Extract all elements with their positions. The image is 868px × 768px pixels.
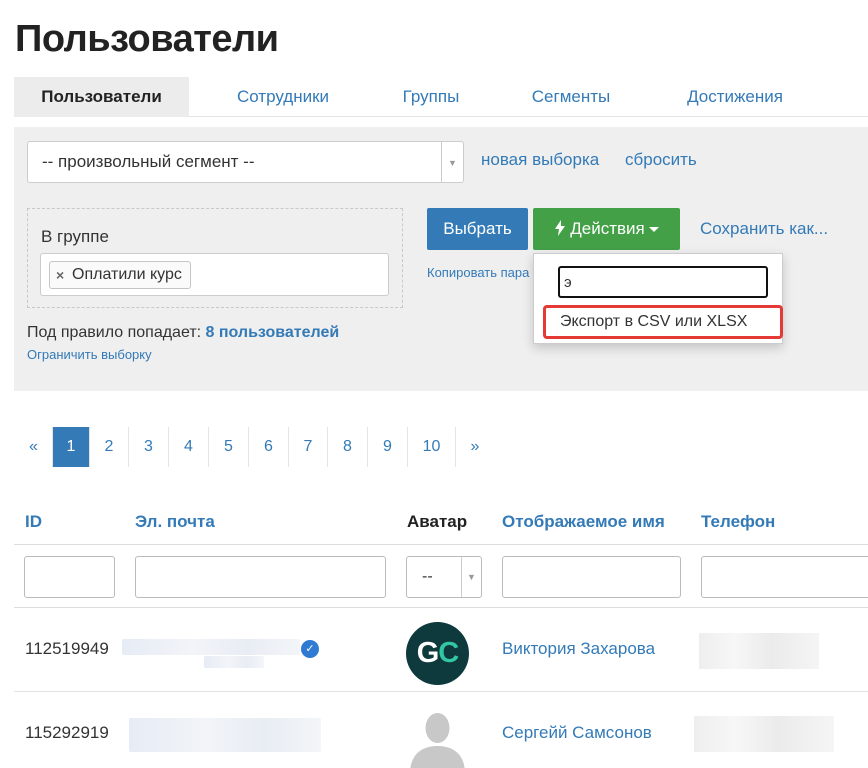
table-row: 115292919 Сергейй Самсонов — [14, 692, 868, 768]
select-button[interactable]: Выбрать — [427, 208, 528, 250]
rule-count-value[interactable]: 8 пользователей — [206, 324, 340, 341]
pagination-prev[interactable]: « — [15, 427, 53, 467]
pagination-page[interactable]: 8 — [328, 427, 368, 467]
group-tag: × Оплатили курс — [49, 261, 191, 289]
display-name-filter-input[interactable] — [502, 556, 681, 598]
blurred-phone — [699, 633, 819, 669]
verified-check-icon: ✓ — [301, 640, 319, 658]
pagination-page[interactable]: 2 — [90, 427, 129, 467]
caret-down-icon: ▼ — [467, 572, 476, 582]
actions-button[interactable]: Действия — [533, 208, 680, 250]
avatar: GC — [406, 622, 469, 685]
pagination-page[interactable]: 7 — [289, 427, 328, 467]
actions-button-label: Действия — [570, 219, 645, 238]
pagination-page[interactable]: 3 — [129, 427, 169, 467]
column-header-display-name[interactable]: Отображаемое имя — [502, 512, 665, 532]
segment-select-toggle[interactable]: ▼ — [441, 142, 463, 182]
save-as-link[interactable]: Сохранить как... — [700, 219, 828, 239]
column-header-avatar: Аватар — [407, 512, 468, 531]
blurred-email — [129, 718, 321, 752]
pagination-page[interactable]: 9 — [368, 427, 408, 467]
actions-dropdown: Экспорт в CSV или XLSX — [533, 253, 783, 344]
blurred-phone — [694, 716, 834, 752]
user-display-name[interactable]: Сергейй Самсонов — [502, 723, 652, 743]
rule-label: В группе — [41, 227, 109, 246]
copy-params-link[interactable]: Копировать пара — [427, 265, 529, 280]
tab-users[interactable]: Пользователи — [14, 77, 189, 117]
segment-select[interactable]: -- произвольный сегмент -- ▼ — [27, 141, 464, 183]
export-csv-xlsx-item[interactable]: Экспорт в CSV или XLSX — [543, 305, 783, 339]
pagination-page[interactable]: 10 — [408, 427, 456, 467]
user-id: 115292919 — [25, 723, 109, 742]
email-filter-input[interactable] — [135, 556, 386, 598]
avatar-filter-value: -- — [422, 568, 433, 585]
column-header-email[interactable]: Эл. почта — [135, 512, 215, 532]
avatar-filter-select[interactable]: -- ▼ — [406, 556, 482, 598]
limit-selection-link[interactable]: Ограничить выборку — [27, 347, 152, 362]
pagination-next[interactable]: » — [456, 427, 494, 467]
user-display-name[interactable]: Виктория Захарова — [502, 639, 655, 659]
id-filter-input[interactable] — [24, 556, 115, 598]
tab-bar: Пользователи Сотрудники Группы Сегменты … — [14, 77, 868, 117]
caret-down-icon: ▼ — [448, 158, 457, 168]
table-filter-row: -- ▼ — [14, 544, 868, 608]
group-tag-label: Оплатили курс — [72, 266, 182, 283]
segment-select-value: -- произвольный сегмент -- — [42, 152, 255, 171]
pagination-page[interactable]: 4 — [169, 427, 209, 467]
user-id: 112519949 — [25, 639, 109, 658]
new-selection-link[interactable]: новая выборка — [481, 150, 599, 170]
default-avatar-icon — [406, 704, 469, 768]
page-title: Пользователи — [15, 18, 279, 60]
table-row: 112519949 ✓ GC Виктория Захарова — [14, 608, 868, 692]
lightning-icon — [555, 220, 566, 236]
pagination: « 1 2 3 4 5 6 7 8 9 10 » — [15, 427, 494, 467]
group-multiselect[interactable]: × Оплатили курс — [40, 253, 389, 296]
tab-employees[interactable]: Сотрудники — [213, 77, 353, 117]
phone-filter-input[interactable] — [701, 556, 868, 598]
rule-box: В группе × Оплатили курс — [27, 208, 403, 308]
caret-down-icon — [648, 227, 659, 233]
column-header-id[interactable]: ID — [25, 512, 42, 532]
avatar-filter-toggle[interactable]: ▼ — [461, 557, 481, 597]
tab-achievements[interactable]: Достижения — [671, 77, 799, 117]
rule-count-prefix: Под правило попадает: — [27, 324, 202, 341]
pagination-page[interactable]: 6 — [249, 427, 289, 467]
tab-groups[interactable]: Группы — [386, 77, 476, 117]
pagination-page[interactable]: 1 — [53, 427, 90, 467]
blurred-email-line — [204, 656, 264, 668]
rule-count: Под правило попадает: 8 пользователей — [27, 324, 339, 342]
actions-search-input[interactable] — [558, 266, 768, 298]
blurred-email — [122, 639, 300, 655]
pagination-page[interactable]: 5 — [209, 427, 249, 467]
reset-link[interactable]: сбросить — [625, 150, 697, 170]
tab-segments[interactable]: Сегменты — [516, 77, 626, 117]
remove-tag-icon[interactable]: × — [56, 262, 64, 288]
column-header-phone[interactable]: Телефон — [701, 512, 775, 532]
